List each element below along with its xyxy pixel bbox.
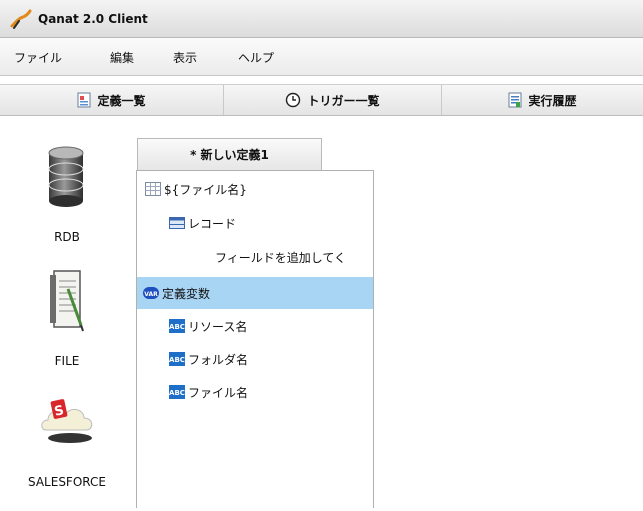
palette-item-rdb[interactable]: RDB (0, 138, 134, 248)
tab-label: * 新しい定義1 (190, 148, 269, 162)
palette-item-file[interactable]: FILE (0, 266, 134, 376)
definition-tree: ${ファイル名} レコード フィールドを追加してく VAR 定義変数 ABC リ… (136, 170, 380, 508)
tree-node-label: レコード (188, 216, 237, 231)
abc-text-icon: ABC (169, 319, 185, 333)
main-toolbar: 定義一覧 トリガー一覧 実行履歴 (0, 84, 643, 116)
menu-bar: ファイル 編集 表示 ヘルプ (0, 38, 643, 76)
definition-list-label: 定義一覧 (97, 93, 146, 108)
component-palette: RDB FILE S SALESFORCE (0, 138, 134, 508)
svg-text:ABC: ABC (169, 389, 185, 397)
variable-badge-icon: VAR (143, 287, 159, 299)
palette-item-salesforce[interactable]: S SALESFORCE (0, 392, 134, 502)
tree-node-label: ファイル名 (188, 385, 249, 400)
window-title: Qanat 2.0 Client (38, 11, 148, 26)
table-icon (145, 182, 161, 196)
tree-node-file-root[interactable]: ${ファイル名} (145, 178, 247, 200)
tree-node-record[interactable]: レコード (169, 212, 236, 234)
abc-text-icon: ABC (169, 385, 185, 399)
add-field-hint[interactable]: フィールドを追加してく (215, 246, 373, 268)
tree-node-variable[interactable]: ABC リソース名 (169, 315, 247, 337)
history-report-icon (508, 92, 522, 108)
definition-list-button[interactable]: 定義一覧 (0, 85, 224, 115)
menu-edit[interactable]: 編集 (110, 49, 134, 66)
menu-help[interactable]: ヘルプ (238, 49, 274, 66)
tree-node-label: 定義変数 (162, 286, 211, 301)
file-icon (50, 270, 84, 332)
tree-node-label: リソース名 (188, 319, 248, 334)
execution-history-label: 実行履歴 (528, 93, 577, 108)
tree-node-variable[interactable]: ABC ファイル名 (169, 381, 248, 403)
tree-node-label: フォルダ名 (188, 352, 249, 367)
svg-text:ABC: ABC (169, 323, 185, 331)
palette-label-rdb: RDB (54, 230, 80, 244)
palette-label-salesforce: SALESFORCE (28, 475, 106, 489)
execution-history-button[interactable]: 実行履歴 (442, 85, 643, 115)
add-field-hint-text: フィールドを追加してく (215, 250, 347, 265)
record-icon (169, 217, 185, 229)
abc-text-icon: ABC (169, 352, 185, 366)
salesforce-cloud-icon: S (41, 399, 93, 443)
trigger-list-label: トリガー一覧 (307, 93, 380, 108)
tree-node-variable[interactable]: ABC フォルダ名 (169, 348, 248, 370)
document-list-icon (77, 92, 91, 108)
menu-file[interactable]: ファイル (14, 49, 62, 66)
qanat-logo-icon (10, 9, 32, 29)
trigger-list-button[interactable]: トリガー一覧 (224, 85, 442, 115)
clock-icon (286, 92, 301, 108)
menu-view[interactable]: 表示 (173, 49, 197, 66)
title-bar: Qanat 2.0 Client (0, 0, 643, 38)
svg-text:ABC: ABC (169, 356, 185, 364)
tree-node-label: ${ファイル名} (164, 182, 247, 197)
design-canvas[interactable] (374, 170, 643, 508)
tree-node-variables[interactable]: VAR 定義変数 (137, 277, 373, 309)
tab-new-definition[interactable]: * 新しい定義1 (137, 138, 322, 170)
palette-label-file: FILE (54, 354, 80, 368)
svg-text:VAR: VAR (144, 291, 158, 298)
database-icon (48, 146, 84, 207)
